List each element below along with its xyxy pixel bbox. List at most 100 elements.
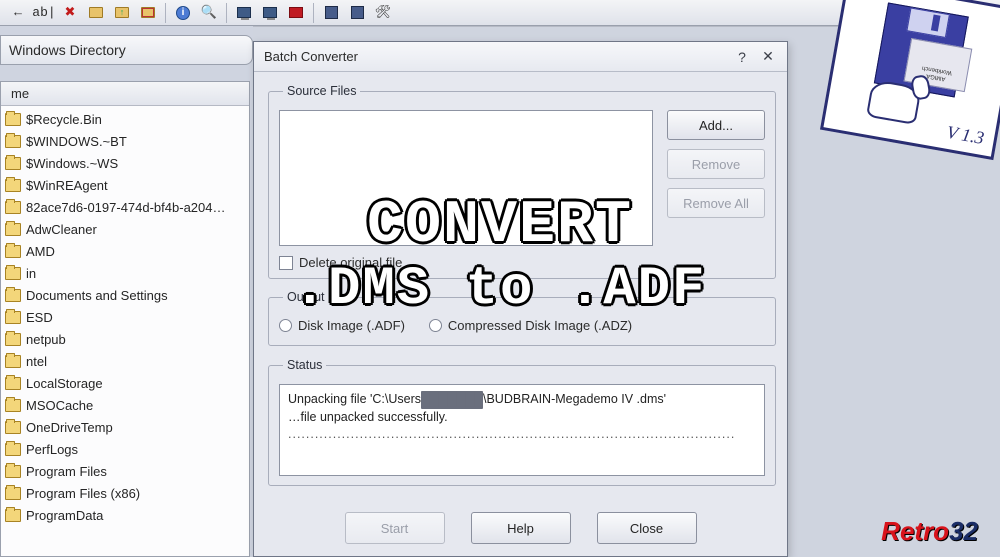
dialog-title: Batch Converter bbox=[264, 49, 358, 64]
list-item-label: ESD bbox=[26, 310, 53, 325]
screen2-icon[interactable] bbox=[258, 2, 282, 24]
help-button[interactable]: ? bbox=[729, 46, 755, 68]
flag-icon[interactable] bbox=[284, 2, 308, 24]
open-folder-icon[interactable] bbox=[84, 2, 108, 24]
dialog-titlebar[interactable]: Batch Converter ? ✕ bbox=[254, 42, 787, 72]
folder-icon bbox=[5, 267, 21, 280]
list-item-label: $Recycle.Bin bbox=[26, 112, 102, 127]
list-item[interactable]: AdwCleaner bbox=[3, 218, 249, 240]
toolbar-separator bbox=[165, 3, 166, 23]
list-item[interactable]: $Recycle.Bin bbox=[3, 108, 249, 130]
list-item[interactable]: PerfLogs bbox=[3, 438, 249, 460]
column-header-name[interactable]: me bbox=[1, 82, 249, 106]
list-item[interactable]: netpub bbox=[3, 328, 249, 350]
redacted-username: ███████ bbox=[421, 391, 483, 409]
retro32-brand: Retro32 bbox=[881, 516, 978, 547]
list-item[interactable]: Program Files bbox=[3, 460, 249, 482]
batch-converter-dialog: Batch Converter ? ✕ Source Files Add... … bbox=[253, 41, 788, 557]
list-item-label: $Windows.~WS bbox=[26, 156, 118, 171]
file-list-panel: me $Recycle.Bin$WINDOWS.~BT$Windows.~WS$… bbox=[0, 81, 250, 557]
list-item[interactable]: 82ace7d6-0197-474d-bf4b-a204… bbox=[3, 196, 249, 218]
source-files-group: Source Files Add... Remove Remove All De… bbox=[268, 84, 776, 279]
folder-icon bbox=[5, 443, 21, 456]
address-bar-label: Windows Directory bbox=[9, 42, 126, 58]
column-header-label: me bbox=[11, 86, 29, 101]
delete-icon[interactable]: ✖ bbox=[58, 2, 82, 24]
folder-icon bbox=[5, 201, 21, 214]
nav-back-icon[interactable]: ← bbox=[6, 2, 30, 24]
folder-icon bbox=[5, 509, 21, 522]
screen1-icon[interactable] bbox=[232, 2, 256, 24]
delete-original-label: Delete original file bbox=[299, 255, 402, 270]
delete-original-checkbox[interactable] bbox=[279, 256, 293, 270]
remove-all-button[interactable]: Remove All bbox=[667, 188, 765, 218]
status-text: Unpacking file 'C:\Users███████\BUDBRAIN… bbox=[279, 384, 765, 476]
status-line1a: Unpacking file 'C:\Users bbox=[288, 392, 421, 406]
list-item-label: in bbox=[26, 266, 36, 281]
close-button[interactable]: Close bbox=[597, 512, 697, 544]
list-item[interactable]: Program Files (x86) bbox=[3, 482, 249, 504]
list-item-label: $WinREAgent bbox=[26, 178, 108, 193]
list-item[interactable]: Documents and Settings bbox=[3, 284, 249, 306]
toolbar-separator bbox=[313, 3, 314, 23]
list-item-label: ntel bbox=[26, 354, 47, 369]
status-legend: Status bbox=[283, 358, 326, 372]
folder-icon bbox=[5, 113, 21, 126]
info-icon[interactable]: i bbox=[171, 2, 195, 24]
source-files-legend: Source Files bbox=[283, 84, 360, 98]
folder-icon bbox=[5, 421, 21, 434]
folder-icon bbox=[5, 289, 21, 302]
add-button[interactable]: Add... bbox=[667, 110, 765, 140]
status-line1b: \BUDBRAIN-Megademo IV .dms' bbox=[483, 392, 666, 406]
list-item-label: OneDriveTemp bbox=[26, 420, 113, 435]
folder-icon bbox=[5, 399, 21, 412]
list-item[interactable]: OneDriveTemp bbox=[3, 416, 249, 438]
source-files-listbox[interactable] bbox=[279, 110, 653, 246]
close-icon[interactable]: ✕ bbox=[755, 46, 781, 68]
folder-icon bbox=[5, 223, 21, 236]
folder-icon bbox=[5, 487, 21, 500]
list-item[interactable]: LocalStorage bbox=[3, 372, 249, 394]
radio-dot-icon bbox=[279, 319, 292, 332]
folder-icon bbox=[5, 245, 21, 258]
find-icon[interactable]: 🔍 bbox=[197, 2, 221, 24]
rename-icon[interactable]: ab| bbox=[32, 2, 56, 24]
output-adz-radio[interactable]: Compressed Disk Image (.ADZ) bbox=[429, 318, 632, 333]
hand-icon bbox=[856, 54, 938, 128]
radio-dot-icon bbox=[429, 319, 442, 332]
help-button-bottom[interactable]: Help bbox=[471, 512, 571, 544]
status-dots: ........................................… bbox=[288, 426, 756, 444]
tools-icon[interactable]: 🛠 bbox=[371, 2, 395, 24]
output-adf-radio[interactable]: Disk Image (.ADF) bbox=[279, 318, 405, 333]
list-item-label: PerfLogs bbox=[26, 442, 78, 457]
list-item-label: Program Files bbox=[26, 464, 107, 479]
remove-button[interactable]: Remove bbox=[667, 149, 765, 179]
status-group: Status Unpacking file 'C:\Users███████\B… bbox=[268, 358, 776, 486]
list-item[interactable]: $WINDOWS.~BT bbox=[3, 130, 249, 152]
brand-part1: Retro bbox=[881, 516, 949, 546]
list-item-label: LocalStorage bbox=[26, 376, 103, 391]
list-item[interactable]: ESD bbox=[3, 306, 249, 328]
list-item[interactable]: ProgramData bbox=[3, 504, 249, 526]
list-item-label: AdwCleaner bbox=[26, 222, 97, 237]
brand-part2: 32 bbox=[949, 516, 978, 546]
list-item[interactable]: AMD bbox=[3, 240, 249, 262]
list-item-label: ProgramData bbox=[26, 508, 103, 523]
start-button[interactable]: Start bbox=[345, 512, 445, 544]
folder-icon bbox=[5, 333, 21, 346]
list-item[interactable]: ntel bbox=[3, 350, 249, 372]
disk1-icon[interactable] bbox=[319, 2, 343, 24]
version-label: V 1.3 bbox=[945, 122, 986, 149]
file-list[interactable]: $Recycle.Bin $WINDOWS.~BT $Windows.~WS $Win… bbox=[1, 106, 249, 526]
toolbar-separator bbox=[226, 3, 227, 23]
folder-tree-icon[interactable] bbox=[136, 2, 160, 24]
list-item[interactable]: in bbox=[3, 262, 249, 284]
address-bar[interactable]: Windows Directory bbox=[0, 35, 253, 65]
folder-icon bbox=[5, 377, 21, 390]
delete-original-row[interactable]: Delete original file bbox=[279, 255, 402, 270]
list-item[interactable]: MSOCache bbox=[3, 394, 249, 416]
list-item[interactable]: $Windows.~WS bbox=[3, 152, 249, 174]
disk2-icon[interactable] bbox=[345, 2, 369, 24]
folder-up-icon[interactable] bbox=[110, 2, 134, 24]
list-item[interactable]: $WinREAgent bbox=[3, 174, 249, 196]
